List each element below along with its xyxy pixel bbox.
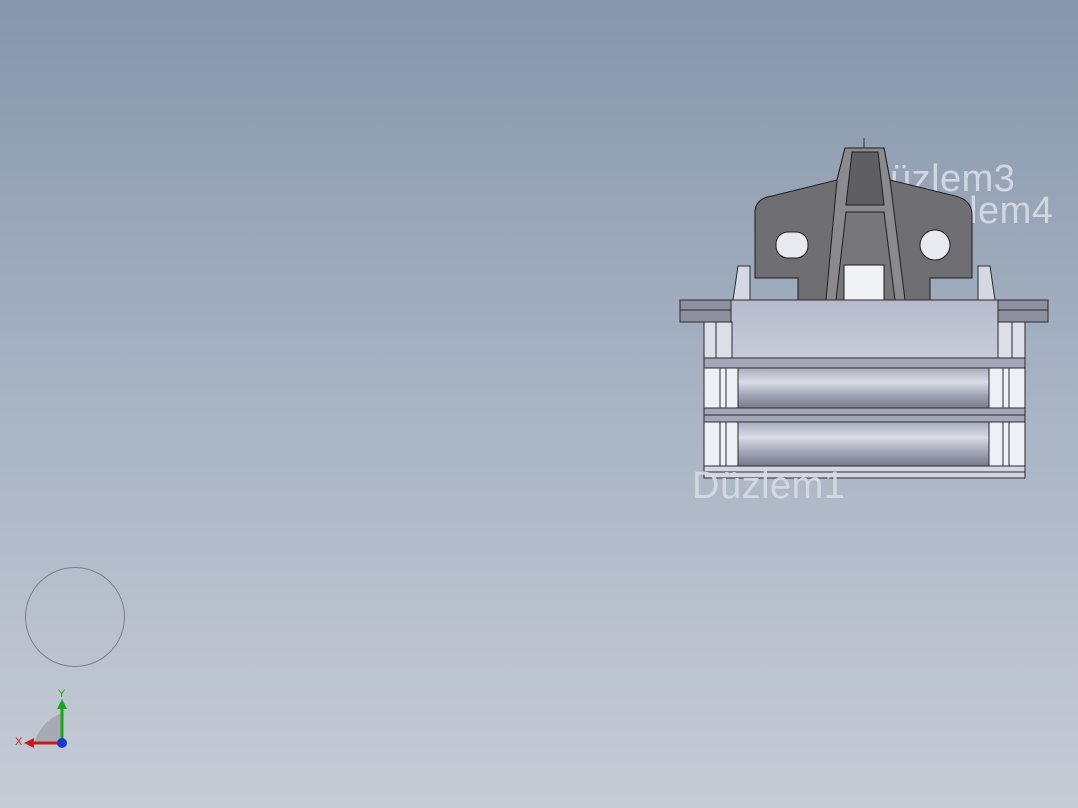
main-housing[interactable]: [703, 299, 1026, 363]
assembly-model[interactable]: [0, 0, 1078, 808]
reference-triad: Y X: [15, 688, 67, 748]
z-axis-icon: [57, 738, 67, 748]
graphics-viewport[interactable]: Düzlem3 Düzlem4 Düzlem1 Y X: [0, 0, 1078, 808]
view-orientation-circle: [25, 567, 125, 667]
x-axis-label: X: [15, 736, 23, 748]
y-axis-label: Y: [58, 688, 66, 700]
plane-label-1[interactable]: Düzlem1: [692, 467, 845, 505]
ring-stack[interactable]: [703, 357, 1026, 479]
top-bracket[interactable]: [754, 138, 973, 301]
